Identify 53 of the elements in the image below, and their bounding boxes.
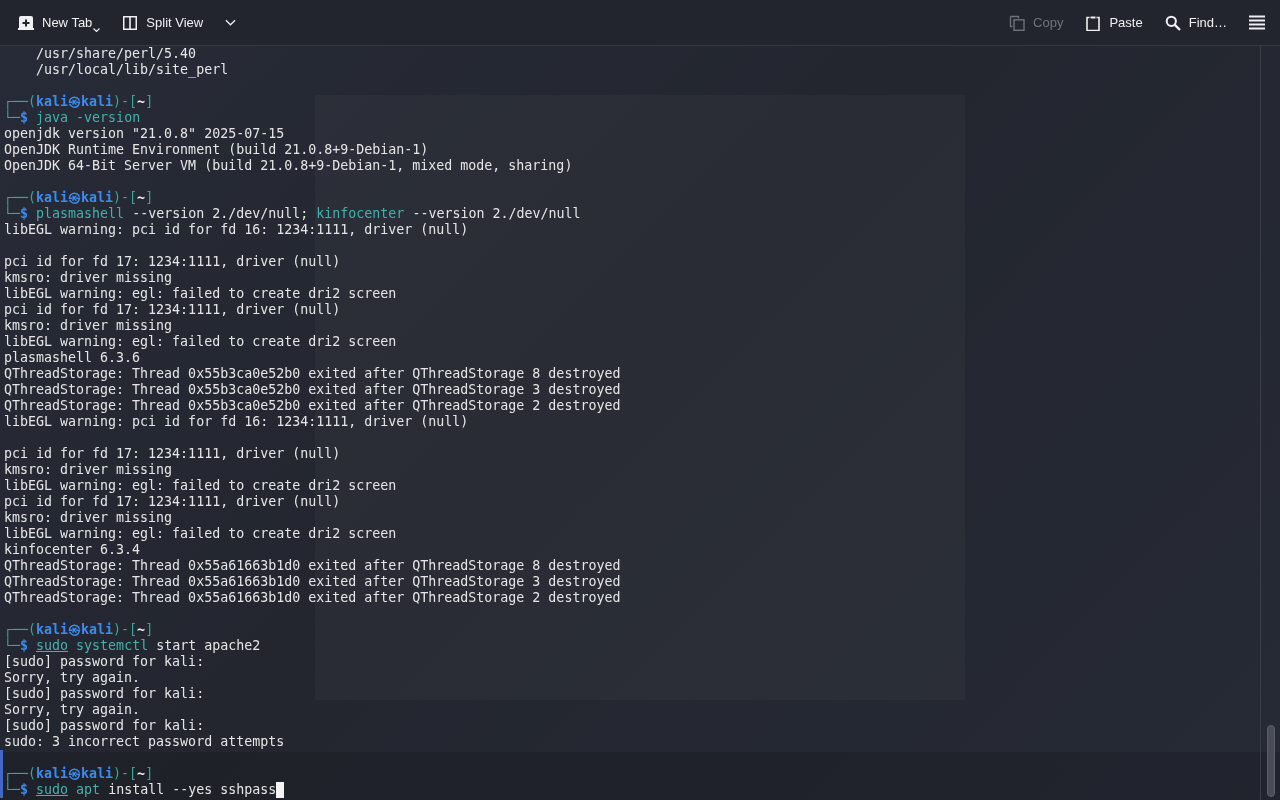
- output-line: OpenJDK Runtime Environment (build 21.0.8+9-Debian-1): [4, 142, 429, 158]
- output-line: kmsro: driver missing: [4, 318, 173, 334]
- output-line: OpenJDK 64-Bit Server VM (build 21.0.8+9-Debian-1, mixed mode, sharing): [4, 158, 573, 174]
- output-line: pci id for fd 17: 1234:1111, driver (null): [4, 446, 341, 462]
- output-line: /usr/share/perl/5.40: [35, 46, 197, 62]
- output-line: QThreadStorage: Thread 0x55a61663b1d0 exited after QThreadStorage 2 destroyed: [4, 590, 621, 606]
- command-line: └─$ plasmashell --version 2./dev/null; kinfocenter --version 2./dev/null: [4, 206, 581, 222]
- new-tab-button[interactable]: New Tab: [10, 6, 109, 39]
- output-line: kmsro: driver missing: [4, 510, 173, 526]
- copy-icon: [1009, 14, 1026, 31]
- output-line: libEGL warning: egl: failed to create dri2 screen: [4, 478, 397, 494]
- output-line: plasmashell 6.3.6: [4, 350, 141, 366]
- split-view-button[interactable]: Split View: [114, 6, 212, 39]
- command-line: └─$ java -version: [4, 110, 141, 126]
- clipboard-icon: [1085, 14, 1102, 31]
- output-line: [sudo] password for kali:: [4, 654, 205, 670]
- command-line: └─$ sudo apt install --yes sshpass: [4, 782, 277, 798]
- paste-button[interactable]: Paste: [1077, 6, 1151, 39]
- prompt-line: ┌──(kali㉿kali)-[~]: [4, 766, 154, 782]
- scrollbar-thumb[interactable]: [1267, 725, 1275, 797]
- prompt-line: ┌──(kali㉿kali)-[~]: [4, 94, 154, 110]
- output-line: libEGL warning: pci id for fd 16: 1234:1111, driver (null): [4, 414, 469, 430]
- search-icon: [1164, 14, 1181, 31]
- output-line: sudo: 3 incorrect password attempts: [4, 734, 285, 750]
- output-line: [sudo] password for kali:: [4, 718, 205, 734]
- output-line: Sorry, try again.: [4, 702, 141, 718]
- output-line: QThreadStorage: Thread 0x55a61663b1d0 exited after QThreadStorage 3 destroyed: [4, 574, 621, 590]
- output-line: pci id for fd 17: 1234:1111, driver (null): [4, 302, 341, 318]
- output-line: Sorry, try again.: [4, 670, 141, 686]
- output-line: QThreadStorage: Thread 0x55a61663b1d0 exited after QThreadStorage 8 destroyed: [4, 558, 621, 574]
- find-button[interactable]: Find…: [1156, 6, 1235, 39]
- output-line: kmsro: driver missing: [4, 462, 173, 478]
- chevron-down-icon: [225, 19, 237, 26]
- output-line: openjdk version "21.0.8" 2025-07-15: [4, 126, 285, 142]
- output-line: libEGL warning: egl: failed to create dri2 screen: [4, 334, 397, 350]
- menu-icon: [1249, 14, 1265, 31]
- prompt-line: ┌──(kali㉿kali)-[~]: [4, 190, 154, 206]
- command-line: └─$ sudo systemctl start apache2: [4, 638, 261, 654]
- output-line: pci id for fd 17: 1234:1111, driver (null): [4, 494, 341, 510]
- split-view-icon: [122, 14, 139, 31]
- output-line: QThreadStorage: Thread 0x55b3ca0e52b0 exited after QThreadStorage 3 destroyed: [4, 382, 621, 398]
- prompt-line: ┌──(kali㉿kali)-[~]: [4, 622, 154, 638]
- output-line: kinfocenter 6.3.4: [4, 542, 141, 558]
- output-line: libEGL warning: egl: failed to create dri2 screen: [4, 526, 397, 542]
- new-tab-icon: [18, 14, 34, 31]
- output-line: /usr/local/lib/site_perl: [35, 62, 229, 78]
- output-line: libEGL warning: egl: failed to create dri2 screen: [4, 286, 397, 302]
- output-line: libEGL warning: pci id for fd 16: 1234:1111, driver (null): [4, 222, 469, 238]
- output-line: QThreadStorage: Thread 0x55b3ca0e52b0 exited after QThreadStorage 2 destroyed: [4, 398, 621, 414]
- output-line: pci id for fd 17: 1234:1111, driver (null): [4, 254, 341, 270]
- output-line: [sudo] password for kali:: [4, 686, 205, 702]
- output-line: kmsro: driver missing: [4, 270, 173, 286]
- output-line: QThreadStorage: Thread 0x55b3ca0e52b0 exited after QThreadStorage 8 destroyed: [4, 366, 621, 382]
